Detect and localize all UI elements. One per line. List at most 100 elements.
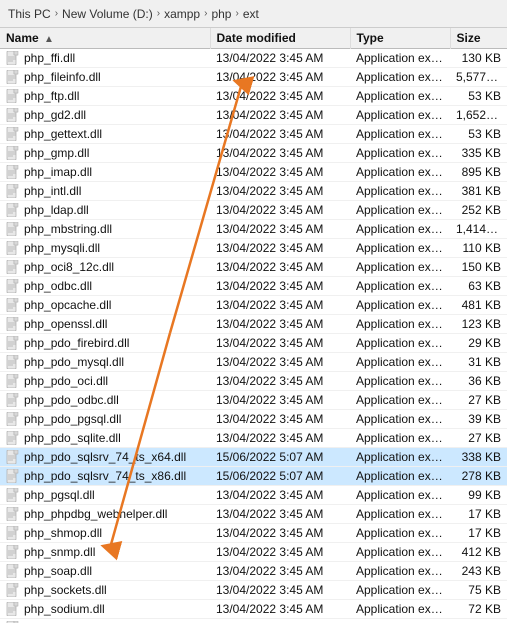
file-size: 72 KB (450, 600, 507, 619)
file-dll-icon (6, 564, 20, 578)
file-name-cell: php_pdo_sqlsrv_74_ts_x64.dll (0, 448, 210, 467)
file-dll-icon (6, 317, 20, 331)
file-name: php_pdo_firebird.dll (24, 336, 129, 350)
file-name-cell: php_pdo_sqlite.dll (0, 429, 210, 448)
file-modified: 13/04/2022 3:45 AM (210, 239, 350, 258)
table-row[interactable]: php_gmp.dll 13/04/2022 3:45 AMApplicatio… (0, 144, 507, 163)
table-row[interactable]: php_ffi.dll 13/04/2022 3:45 AMApplicatio… (0, 49, 507, 68)
file-modified: 13/04/2022 3:45 AM (210, 429, 350, 448)
file-name-cell: php_ftp.dll (0, 87, 210, 106)
file-name-cell: php_ffi.dll (0, 49, 210, 68)
file-type: Application exten... (350, 239, 450, 258)
file-name-cell: php_sockets.dll (0, 581, 210, 600)
breadcrumb-new-volume[interactable]: New Volume (D:) (62, 7, 153, 21)
file-type: Application exten... (350, 581, 450, 600)
file-name: php_opcache.dll (24, 298, 111, 312)
file-type: Application exten... (350, 467, 450, 486)
file-name: php_ldap.dll (24, 203, 89, 217)
file-modified: 13/04/2022 3:45 AM (210, 68, 350, 87)
table-row[interactable]: php_sockets.dll 13/04/2022 3:45 AMApplic… (0, 581, 507, 600)
table-row[interactable]: php_fileinfo.dll 13/04/2022 3:45 AMAppli… (0, 68, 507, 87)
file-dll-icon (6, 393, 20, 407)
file-name: php_pdo_sqlsrv_74_ts_x86.dll (24, 469, 186, 483)
table-row[interactable]: php_pdo_sqlsrv_74_ts_x86.dll 15/06/2022 … (0, 467, 507, 486)
file-name: php_pgsql.dll (24, 488, 95, 502)
table-row[interactable]: php_opcache.dll 13/04/2022 3:45 AMApplic… (0, 296, 507, 315)
table-row[interactable]: php_shmop.dll 13/04/2022 3:45 AMApplicat… (0, 524, 507, 543)
table-row[interactable]: php_ftp.dll 13/04/2022 3:45 AMApplicatio… (0, 87, 507, 106)
table-row[interactable]: php_intl.dll 13/04/2022 3:45 AMApplicati… (0, 182, 507, 201)
file-name-cell: php_openssl.dll (0, 315, 210, 334)
col-name[interactable]: Name ▲ (0, 28, 210, 49)
file-modified: 13/04/2022 3:45 AM (210, 486, 350, 505)
table-row[interactable]: php_ldap.dll 13/04/2022 3:45 AMApplicati… (0, 201, 507, 220)
col-type[interactable]: Type (350, 28, 450, 49)
file-modified: 13/04/2022 3:45 AM (210, 524, 350, 543)
file-type: Application exten... (350, 391, 450, 410)
file-name: php_fileinfo.dll (24, 70, 101, 84)
file-dll-icon (6, 108, 20, 122)
file-size: 243 KB (450, 562, 507, 581)
table-row[interactable]: php_odbc.dll 13/04/2022 3:45 AMApplicati… (0, 277, 507, 296)
file-type: Application exten... (350, 486, 450, 505)
table-row[interactable]: php_pdo_firebird.dll 13/04/2022 3:45 AMA… (0, 334, 507, 353)
table-row[interactable]: php_mysqli.dll 13/04/2022 3:45 AMApplica… (0, 239, 507, 258)
file-name-cell: php_pdo_oci.dll (0, 372, 210, 391)
file-dll-icon (6, 222, 20, 236)
table-row[interactable]: php_gd2.dll 13/04/2022 3:45 AMApplicatio… (0, 106, 507, 125)
table-row[interactable]: php_snmp.dll 13/04/2022 3:45 AMApplicati… (0, 543, 507, 562)
table-row[interactable]: php_pdo_pgsql.dll 13/04/2022 3:45 AMAppl… (0, 410, 507, 429)
file-modified: 13/04/2022 3:45 AM (210, 619, 350, 623)
file-name: php_pdo_sqlsrv_74_ts_x64.dll (24, 450, 186, 464)
file-modified: 13/04/2022 3:45 AM (210, 543, 350, 562)
file-name: php_pdo_oci.dll (24, 374, 108, 388)
file-modified: 13/04/2022 3:45 AM (210, 581, 350, 600)
breadcrumb-php[interactable]: php (211, 7, 231, 21)
breadcrumb-sep-3: › (204, 8, 207, 19)
file-size: 481 KB (450, 296, 507, 315)
file-modified: 15/06/2022 5:07 AM (210, 467, 350, 486)
col-size[interactable]: Size (450, 28, 507, 49)
file-size: 278 KB (450, 467, 507, 486)
breadcrumb-xampp[interactable]: xampp (164, 7, 200, 21)
file-size: 338 KB (450, 448, 507, 467)
file-modified: 13/04/2022 3:45 AM (210, 49, 350, 68)
table-row[interactable]: php_gettext.dll 13/04/2022 3:45 AMApplic… (0, 125, 507, 144)
file-type: Application exten... (350, 87, 450, 106)
table-row[interactable]: php_sodium.dll 13/04/2022 3:45 AMApplica… (0, 600, 507, 619)
table-row[interactable]: php_pdo_odbc.dll 13/04/2022 3:45 AMAppli… (0, 391, 507, 410)
table-row[interactable]: php_oci8_12c.dll 13/04/2022 3:45 AMAppli… (0, 258, 507, 277)
breadcrumb-ext[interactable]: ext (243, 7, 259, 21)
file-type: Application exten... (350, 562, 450, 581)
table-row[interactable]: php_pdo_mysql.dll 13/04/2022 3:45 AMAppl… (0, 353, 507, 372)
file-size: 5,577 KB (450, 68, 507, 87)
file-name: php_ffi.dll (24, 51, 75, 65)
file-dll-icon (6, 165, 20, 179)
table-row[interactable]: php_pdo_oci.dll 13/04/2022 3:45 AMApplic… (0, 372, 507, 391)
file-name-cell: php_snmp.dll (0, 543, 210, 562)
file-name-cell: php_pdo_sqlsrv_74_ts_x86.dll (0, 467, 210, 486)
breadcrumb-this-pc[interactable]: This PC (8, 7, 51, 21)
file-name-cell: php_pdo_pgsql.dll (0, 410, 210, 429)
file-size: 27 KB (450, 429, 507, 448)
table-row[interactable]: php_soap.dll 13/04/2022 3:45 AMApplicati… (0, 562, 507, 581)
table-row[interactable]: php_pgsql.dll 13/04/2022 3:45 AMApplicat… (0, 486, 507, 505)
table-row[interactable]: php_openssl.dll 13/04/2022 3:45 AMApplic… (0, 315, 507, 334)
file-name: php_shmop.dll (24, 526, 102, 540)
file-type: Application exten... (350, 619, 450, 623)
table-row[interactable]: php_phpdbg_webhelper.dll 13/04/2022 3:45… (0, 505, 507, 524)
file-dll-icon (6, 545, 20, 559)
file-name: php_pdo_sqlite.dll (24, 431, 121, 445)
table-row[interactable]: php_mbstring.dll 13/04/2022 3:45 AMAppli… (0, 220, 507, 239)
file-type: Application exten... (350, 296, 450, 315)
table-row[interactable]: php_imap.dll 13/04/2022 3:45 AMApplicati… (0, 163, 507, 182)
file-dll-icon (6, 450, 20, 464)
file-type: Application exten... (350, 182, 450, 201)
file-name: php_gmp.dll (24, 146, 89, 160)
file-modified: 13/04/2022 3:45 AM (210, 163, 350, 182)
file-dll-icon (6, 203, 20, 217)
table-row[interactable]: php_pdo_sqlite.dll 13/04/2022 3:45 AMApp… (0, 429, 507, 448)
table-row[interactable]: php_pdo_sqlsrv_74_ts_x64.dll 15/06/2022 … (0, 448, 507, 467)
table-row[interactable]: php_sqlite3.dll 13/04/2022 3:45 AMApplic… (0, 619, 507, 623)
col-modified[interactable]: Date modified (210, 28, 350, 49)
